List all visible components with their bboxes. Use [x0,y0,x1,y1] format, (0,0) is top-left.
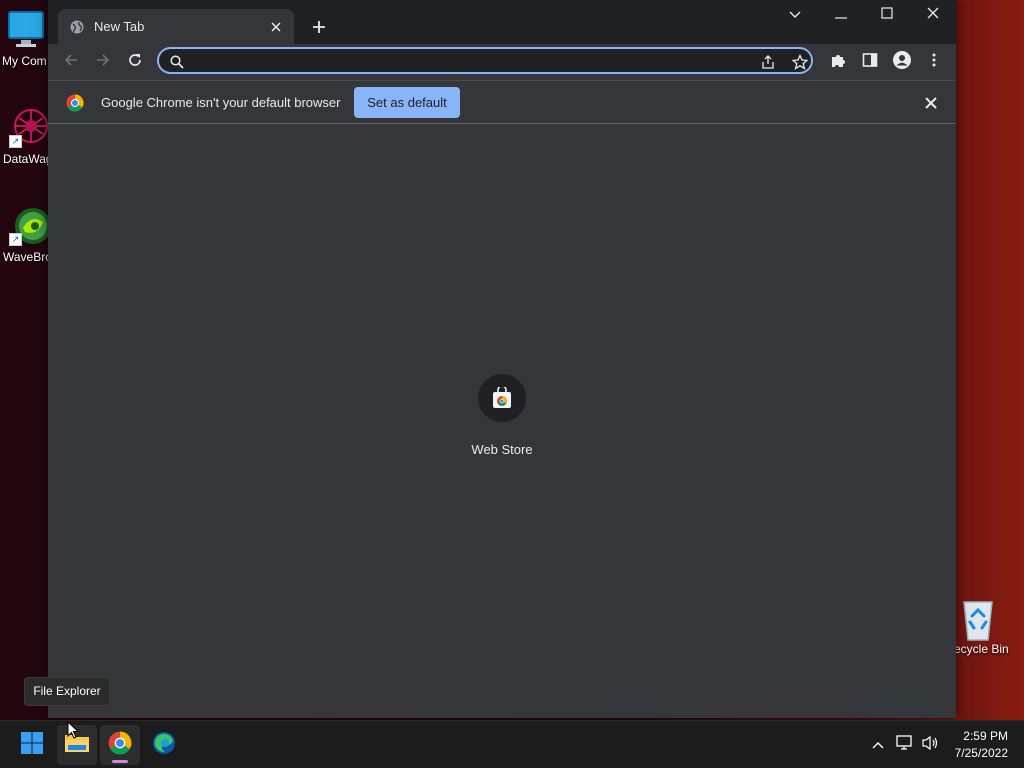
close-window-button[interactable] [910,0,956,30]
wavebrowser-icon: ↗ [9,206,51,246]
show-hidden-icons-button[interactable] [868,735,888,755]
tab-search-button[interactable] [772,0,818,30]
reload-button[interactable] [123,50,147,74]
omnibox[interactable] [157,47,813,74]
edge-icon [152,731,176,760]
minimize-icon [835,6,847,24]
network-button[interactable] [895,734,915,756]
maximize-button[interactable] [864,0,910,30]
mouse-pointer-icon [67,720,80,739]
chrome-icon [108,731,132,760]
close-icon [927,6,939,24]
search-icon [167,52,187,72]
side-panel-icon [862,52,878,73]
windows-start-icon [20,731,44,760]
chevron-up-icon [872,736,884,754]
speaker-icon [921,735,939,756]
close-tab-icon[interactable] [268,19,284,35]
kebab-menu-icon [932,53,936,72]
arrow-left-icon [64,53,78,72]
puzzle-icon [830,52,846,73]
shortcut-arrow-icon: ↗ [9,135,22,148]
forward-button[interactable] [91,50,115,74]
taskbar: 2:59 PM 7/25/2022 [0,720,1024,768]
arrow-right-icon [96,53,110,72]
new-tab-page: Web Store [48,124,956,718]
clock-date: 7/25/2022 [954,746,1008,760]
toolbar [48,44,956,80]
reload-icon [127,52,143,73]
extensions-button[interactable] [826,50,850,74]
monitor-icon [5,10,45,50]
shortcut-web-store[interactable]: Web Store [452,374,552,457]
web-store-icon [478,374,526,422]
side-panel-button[interactable] [858,50,882,74]
set-as-default-button[interactable]: Set as default [354,87,460,118]
tab-new-tab[interactable]: New Tab [58,9,294,44]
new-tab-button[interactable] [308,16,330,38]
profile-button[interactable] [890,50,914,74]
profile-avatar-icon [893,50,911,74]
globe-icon [70,20,84,34]
clock-time: 2:59 PM [963,729,1008,743]
tab-strip: New Tab [48,0,956,44]
volume-button[interactable] [920,735,940,755]
default-browser-infobar: Google Chrome isn't your default browser… [48,80,956,124]
network-icon [896,734,914,756]
chevron-down-icon [789,6,801,24]
chrome-logo-icon [66,94,84,112]
shortcut-label: Web Store [471,442,533,457]
minimize-button[interactable] [818,0,864,30]
shortcut-arrow-icon: ↗ [9,233,22,246]
back-button[interactable] [59,50,83,74]
taskbar-google-chrome[interactable] [100,725,140,765]
share-icon[interactable] [758,52,778,72]
address-input[interactable] [193,51,737,73]
desktop-icon-label: ecycle Bin [954,642,1009,656]
taskbar-tooltip: File Explorer [24,677,110,706]
running-indicator [112,760,128,763]
recycle-bin-icon [958,598,998,641]
datawag-icon: ↗ [9,108,49,148]
taskbar-clock[interactable]: 2:59 PM 7/25/2022 [955,728,1008,762]
chrome-window: New Tab Google Chrome isn't your default… [48,0,956,718]
close-infobar-icon[interactable] [922,94,940,112]
start-button[interactable] [12,725,52,765]
bookmark-star-icon[interactable] [790,52,810,72]
taskbar-microsoft-edge[interactable] [144,725,184,765]
menu-button[interactable] [922,50,946,74]
infobar-message: Google Chrome isn't your default browser [101,95,341,110]
tab-title: New Tab [94,19,145,34]
desktop-icon-recycle-bin[interactable]: ecycle Bin [948,598,1010,656]
maximize-icon [881,6,893,24]
